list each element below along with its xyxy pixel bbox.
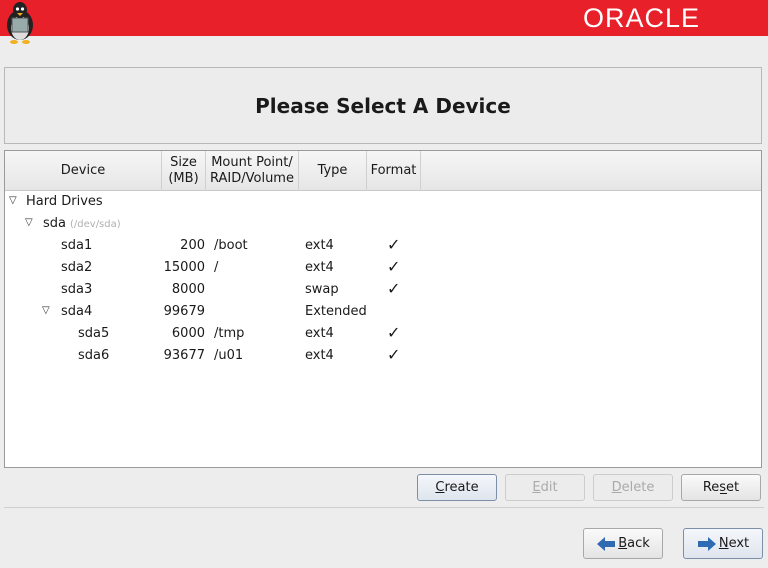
device-name: sda3 — [61, 282, 93, 297]
column-format[interactable]: Format — [367, 151, 421, 191]
table-header: Device Size (MB) Mount Point/ RAID/Volum… — [5, 151, 761, 191]
reset-button-label: Reset — [702, 480, 740, 495]
disk-name: sda — [43, 216, 66, 231]
disk-path: (/dev/sda) — [70, 219, 121, 230]
filesystem-type: ext4 — [305, 238, 334, 253]
create-button-label: Create — [435, 480, 479, 495]
table-row[interactable]: ▽ sda4 99679 Extended — [5, 301, 761, 323]
column-device[interactable]: Device — [5, 151, 162, 191]
table-row[interactable]: sda1 200/boot ext4 ✓ — [5, 235, 761, 257]
filesystem-type: ext4 — [305, 348, 334, 363]
back-button-label: Back — [618, 536, 650, 551]
next-button[interactable]: Next — [683, 528, 763, 559]
format-check-icon: ✓ — [387, 235, 401, 254]
delete-button-label: Delete — [611, 480, 655, 495]
delete-button[interactable]: Delete — [593, 474, 673, 501]
format-check-icon: ✓ — [387, 279, 401, 298]
filesystem-type: Extended — [305, 304, 367, 319]
device-name: sda4 — [61, 304, 93, 319]
mount-point: /tmp — [214, 326, 245, 341]
mount-point: /u01 — [214, 348, 244, 363]
filesystem-type: swap — [305, 282, 339, 297]
column-type[interactable]: Type — [299, 151, 367, 191]
arrow-right-icon — [697, 536, 716, 551]
page-title-panel: Please Select A Device — [4, 67, 762, 144]
expander-expanded-icon[interactable]: ▽ — [42, 305, 50, 316]
mount-point: /boot — [214, 238, 248, 253]
mount-point: / — [214, 260, 219, 275]
separator — [4, 507, 764, 508]
device-name: sda6 — [78, 348, 110, 363]
device-size: 99679 — [163, 304, 205, 319]
oracle-logo: ORACLE — [582, 3, 700, 33]
create-button[interactable]: Create — [417, 474, 497, 501]
arrow-left-icon — [597, 536, 616, 551]
format-check-icon: ✓ — [387, 345, 401, 364]
next-button-label: Next — [718, 536, 750, 551]
expander-expanded-icon[interactable]: ▽ — [9, 195, 17, 206]
device-name: sda2 — [61, 260, 93, 275]
tree-row-disk[interactable]: ▽ sda (/dev/sda) — [5, 213, 761, 235]
group-label: Hard Drives — [26, 194, 103, 209]
edit-button[interactable]: Edit — [505, 474, 585, 501]
device-size: 200 — [180, 238, 205, 253]
device-size: 6000 — [171, 326, 205, 341]
column-size[interactable]: Size (MB) — [162, 151, 206, 191]
table-row[interactable]: sda6 93677/u01 ext4 ✓ — [5, 345, 761, 367]
back-button[interactable]: Back — [583, 528, 663, 559]
tree-row-hard-drives[interactable]: ▽ Hard Drives — [5, 191, 761, 213]
oracle-banner: ORACLE — [0, 0, 768, 44]
format-check-icon: ✓ — [387, 257, 401, 276]
page-title: Please Select A Device — [255, 93, 511, 118]
device-name: sda1 — [61, 238, 93, 253]
reset-button[interactable]: Reset — [681, 474, 761, 501]
expander-expanded-icon[interactable]: ▽ — [25, 217, 33, 228]
edit-button-label: Edit — [532, 480, 558, 495]
device-size: 93677 — [163, 348, 205, 363]
table-row[interactable]: sda2 15000 / ext4 ✓ — [5, 257, 761, 279]
table-row[interactable]: sda5 6000/tmp ext4 ✓ — [5, 323, 761, 345]
table-row[interactable]: sda3 8000 swap ✓ — [5, 279, 761, 301]
device-table[interactable]: Device Size (MB) Mount Point/ RAID/Volum… — [4, 150, 762, 468]
format-check-icon: ✓ — [387, 323, 401, 342]
device-size: 8000 — [171, 282, 205, 297]
device-name: sda5 — [78, 326, 110, 341]
device-size: 15000 — [163, 260, 205, 275]
filesystem-type: ext4 — [305, 326, 334, 341]
penguin-mascot-icon — [7, 2, 33, 44]
column-mount-point[interactable]: Mount Point/ RAID/Volume — [206, 151, 299, 191]
filesystem-type: ext4 — [305, 260, 334, 275]
